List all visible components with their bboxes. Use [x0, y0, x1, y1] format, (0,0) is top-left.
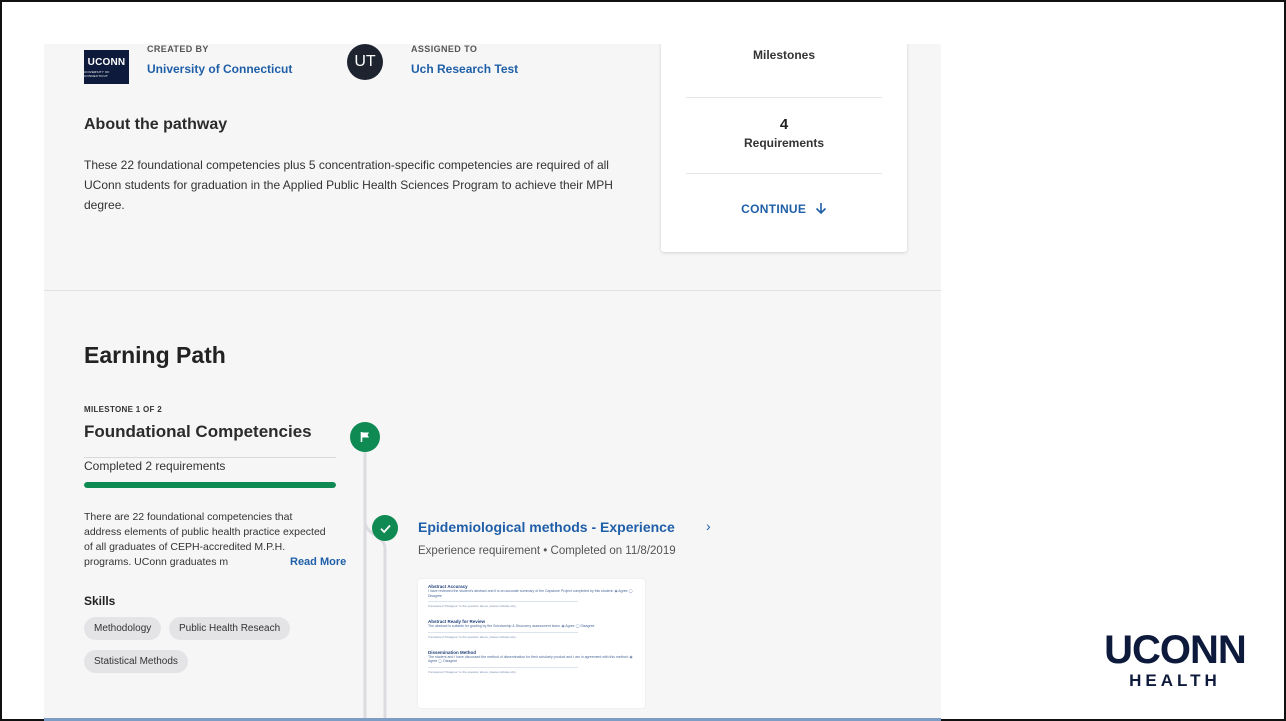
org-logo: UCONN UNIVERSITY OF CONNECTICUT — [84, 50, 129, 84]
org-logo-subtext: UNIVERSITY OF CONNECTICUT — [84, 69, 110, 78]
read-more-link[interactable]: Read More — [276, 556, 347, 568]
section-divider — [44, 290, 941, 291]
requirements-label: Requirements — [743, 136, 825, 150]
continue-label: CONTINUE — [741, 202, 807, 216]
chevron-right-icon[interactable]: › — [706, 518, 711, 534]
requirements-stat: 4 Requirements — [686, 116, 882, 150]
brand-main-text: UCONN — [1104, 628, 1247, 672]
assignee-avatar: UT — [347, 44, 383, 80]
doc-answer-line — [428, 666, 578, 668]
milestone-rule — [84, 457, 336, 458]
requirement-title-link[interactable]: Epidemiological methods - Experience — [418, 519, 675, 535]
slide: UCONN UNIVERSITY OF CONNECTICUT CREATED … — [0, 0, 1286, 721]
skill-chip[interactable]: Methodology — [84, 617, 162, 640]
card-divider — [686, 173, 882, 174]
created-by-label: CREATED BY — [147, 44, 209, 54]
avatar-initials: UT — [354, 53, 376, 70]
doc-section-text: The abstract is suitable for grading by … — [428, 624, 595, 628]
pathway-page: UCONN UNIVERSITY OF CONNECTICUT CREATED … — [44, 44, 941, 721]
assigned-to-link[interactable]: Uch Research Test — [411, 62, 518, 76]
milestones-stat: 2 Milestones — [686, 44, 882, 62]
doc-section: Abstract Ready for Review The abstract i… — [428, 619, 635, 639]
timeline-connector — [363, 452, 387, 721]
about-text: These 22 foundational competencies plus … — [84, 158, 613, 212]
requirement-subtitle: Experience requirement • Completed on 11… — [418, 545, 676, 557]
doc-section: Abstract Accuracy I have reviewed the st… — [428, 584, 635, 608]
skill-chip[interactable]: Statistical Methods — [84, 650, 188, 673]
doc-section: Dissemination Method The student and I h… — [428, 650, 635, 674]
doc-section-footnote: If answered "Disagree" to the question a… — [428, 634, 517, 639]
milestone-progress-bar — [84, 482, 336, 488]
brand-sub-text: HEALTH — [1129, 671, 1221, 690]
skill-chip[interactable]: Public Health Reseach — [169, 617, 291, 640]
doc-section-text: The student and I have discussed the met… — [428, 654, 633, 664]
requirements-count: 4 — [779, 116, 789, 133]
stats-card: 2 Milestones 4 Requirements CONTINUE — [661, 44, 907, 252]
milestone-name: Foundational Competencies — [84, 422, 312, 441]
skills-title: Skills — [84, 594, 116, 608]
assigned-to-label: ASSIGNED TO — [411, 44, 478, 54]
flag-icon — [360, 432, 369, 442]
milestone-label: MILESTONE 1 OF 2 — [84, 405, 162, 414]
doc-section-text: I have reviewed the student's abstract a… — [428, 589, 633, 598]
milestone-flag-node — [350, 422, 380, 452]
milestones-count: 2 — [686, 44, 882, 45]
about-title: About the pathway — [84, 116, 228, 133]
progress-fill — [84, 482, 336, 488]
card-divider — [686, 97, 882, 98]
doc-section-footnote: If answered "Disagree" to the question a… — [428, 669, 517, 674]
org-logo-text: UCONN — [87, 56, 126, 68]
doc-section-footnote: If answered "Disagree" to the question a… — [428, 604, 517, 608]
arrow-down-icon — [815, 203, 826, 215]
doc-answer-line — [428, 631, 578, 633]
earning-path-title: Earning Path — [84, 342, 226, 368]
milestones-label: Milestones — [752, 48, 815, 62]
pathway-header: UCONN UNIVERSITY OF CONNECTICUT CREATED … — [44, 44, 941, 291]
doc-answer-line — [428, 601, 578, 602]
check-icon — [379, 524, 391, 533]
requirement-complete-node — [372, 515, 398, 541]
completed-text: Completed 2 requirements — [84, 459, 226, 473]
continue-button[interactable]: CONTINUE — [686, 202, 882, 216]
uconn-health-logo: UCONN HEALTH — [1100, 630, 1250, 691]
created-by-link[interactable]: University of Connecticut — [147, 62, 292, 76]
evidence-document-thumbnail[interactable]: Abstract Accuracy I have reviewed the st… — [418, 579, 645, 708]
